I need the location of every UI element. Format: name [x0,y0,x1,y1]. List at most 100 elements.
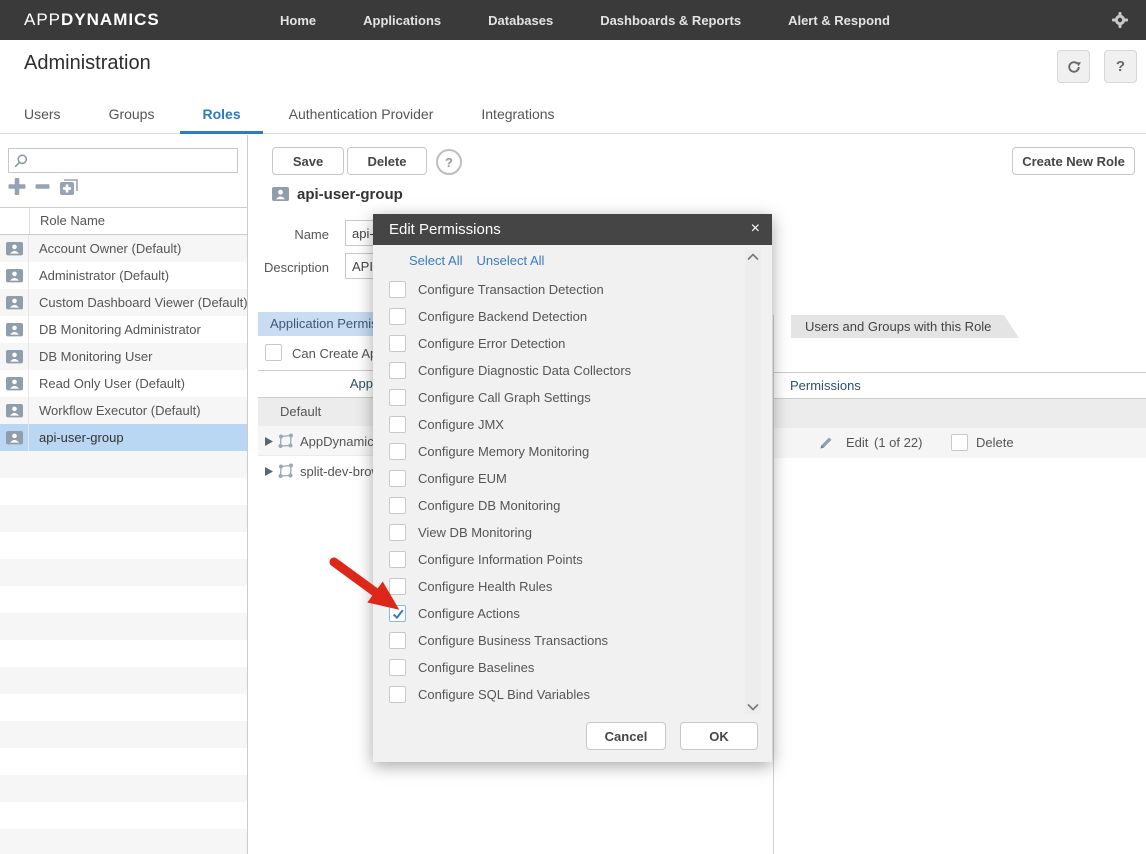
role-help-icon[interactable]: ? [436,149,462,175]
role-table: Role Name Account Owner (Default)Adminis… [0,207,247,854]
select-all-link[interactable]: Select All [409,253,462,268]
delete-button[interactable]: Delete [347,147,427,175]
permission-checkbox[interactable] [389,686,406,703]
nav-databases[interactable]: Databases [488,13,553,28]
permission-row: Configure EUM [373,465,743,492]
delete-permission-label: Delete [976,435,1014,450]
create-new-role-button[interactable]: Create New Role [1012,147,1135,175]
role-person-icon [272,187,289,202]
tab-roles[interactable]: Roles [202,106,240,122]
modal-scrollbar[interactable] [745,250,761,714]
role-row[interactable]: Administrator (Default) [0,262,247,289]
role-row-label: Custom Dashboard Viewer (Default) [29,295,247,310]
permission-checkbox[interactable] [389,389,406,406]
remove-role-icon[interactable] [35,178,50,195]
help-button[interactable]: ? [1104,50,1137,83]
edit-link[interactable]: Edit [846,435,868,450]
permission-checkbox[interactable] [389,632,406,649]
empty-row [0,640,247,667]
role-row-label: Administrator (Default) [29,268,247,283]
permission-checkbox[interactable] [389,443,406,460]
ok-button[interactable]: OK [680,722,758,750]
close-icon[interactable]: × [751,214,760,243]
permission-label: Configure Error Detection [418,336,565,351]
add-role-icon[interactable] [8,178,26,195]
settings-gear-icon[interactable] [1110,10,1130,30]
tab-integrations[interactable]: Integrations [481,106,554,122]
scroll-down-icon[interactable] [746,702,760,712]
role-row[interactable]: api-user-group [0,424,247,451]
modal-header[interactable]: Edit Permissions × [373,214,772,245]
role-list: Account Owner (Default) Administrator (De… [0,235,247,451]
empty-row [0,478,247,505]
permission-checkbox[interactable] [389,497,406,514]
permission-checkbox[interactable] [389,335,406,352]
permissions-column-header: Permissions [774,372,1146,399]
permission-row: Configure Memory Monitoring [373,438,743,465]
role-row-label: api-user-group [29,430,247,445]
role-person-icon [0,370,29,397]
edit-pencil-icon[interactable] [818,435,834,451]
role-row[interactable]: DB Monitoring User [0,343,247,370]
save-button[interactable]: Save [272,147,344,175]
permission-row: Configure Baselines [373,654,743,681]
permission-checkbox[interactable] [389,308,406,325]
role-search-input[interactable] [33,149,237,174]
permission-row: Configure Error Detection [373,330,743,357]
unselect-all-link[interactable]: Unselect All [476,253,544,268]
nav-alert-respond[interactable]: Alert & Respond [788,13,890,28]
role-person-icon [0,235,29,262]
tree-item-appdynamics[interactable]: AppDynamics [258,426,373,456]
empty-row [0,505,247,532]
permission-checkbox[interactable] [389,281,406,298]
app-root: APPDYNAMICS Home Applications Databases … [0,0,1146,854]
tab-groups[interactable]: Groups [109,106,155,122]
role-row[interactable]: Custom Dashboard Viewer (Default) [0,289,247,316]
cancel-button[interactable]: Cancel [586,722,666,750]
permission-label: Configure Backend Detection [418,309,587,324]
role-detail-title: api-user-group [272,186,403,203]
permission-row: Configure Call Graph Settings [373,384,743,411]
scroll-up-icon[interactable] [746,252,760,262]
permission-label: Configure EUM [418,471,507,486]
role-person-icon [0,424,29,451]
nav-dashboards-reports[interactable]: Dashboards & Reports [600,13,741,28]
tab-application-permissions[interactable]: Application Permis [258,312,373,336]
navbar-menu: Home Applications Databases Dashboards &… [280,0,890,40]
nav-applications[interactable]: Applications [363,13,441,28]
tab-users-and-groups[interactable]: Users and Groups with this Role [791,315,1019,338]
permission-checkbox[interactable] [389,551,406,568]
role-row[interactable]: Workflow Executor (Default) [0,397,247,424]
permission-label: View DB Monitoring [418,525,532,540]
role-row-label: Read Only User (Default) [29,376,247,391]
nav-home[interactable]: Home [280,13,316,28]
expand-triangle-icon[interactable] [265,467,273,476]
role-row[interactable]: Read Only User (Default) [0,370,247,397]
description-label: Description [229,260,329,275]
can-create-applications-label: Can Create App [292,346,373,361]
empty-row [0,775,247,802]
tab-authentication-provider[interactable]: Authentication Provider [289,106,434,122]
role-row-label: DB Monitoring Administrator [29,322,247,337]
delete-permission-checkbox[interactable] [951,434,968,451]
permission-checkbox[interactable] [389,416,406,433]
permission-checkbox[interactable] [389,659,406,676]
role-person-icon [0,343,29,370]
role-row[interactable]: Account Owner (Default) [0,235,247,262]
tab-users[interactable]: Users [24,106,61,122]
can-create-applications-checkbox[interactable] [265,344,282,361]
refresh-button[interactable] [1057,50,1090,83]
copy-role-icon[interactable] [59,177,79,196]
expand-triangle-icon[interactable] [265,437,273,446]
permission-checkbox[interactable] [389,605,406,622]
permission-checkbox[interactable] [389,578,406,595]
permission-checkbox[interactable] [389,470,406,487]
role-person-icon [0,397,29,424]
permission-checkbox[interactable] [389,524,406,541]
tree-item-split-dev[interactable]: split-dev-brow [258,456,373,486]
appdynamics-logo[interactable]: APPDYNAMICS [24,0,160,40]
modal-title: Edit Permissions [389,214,501,245]
role-row[interactable]: DB Monitoring Administrator [0,316,247,343]
permission-checkbox[interactable] [389,362,406,379]
admin-tabbar: Users Groups Roles Authentication Provid… [0,94,1146,134]
